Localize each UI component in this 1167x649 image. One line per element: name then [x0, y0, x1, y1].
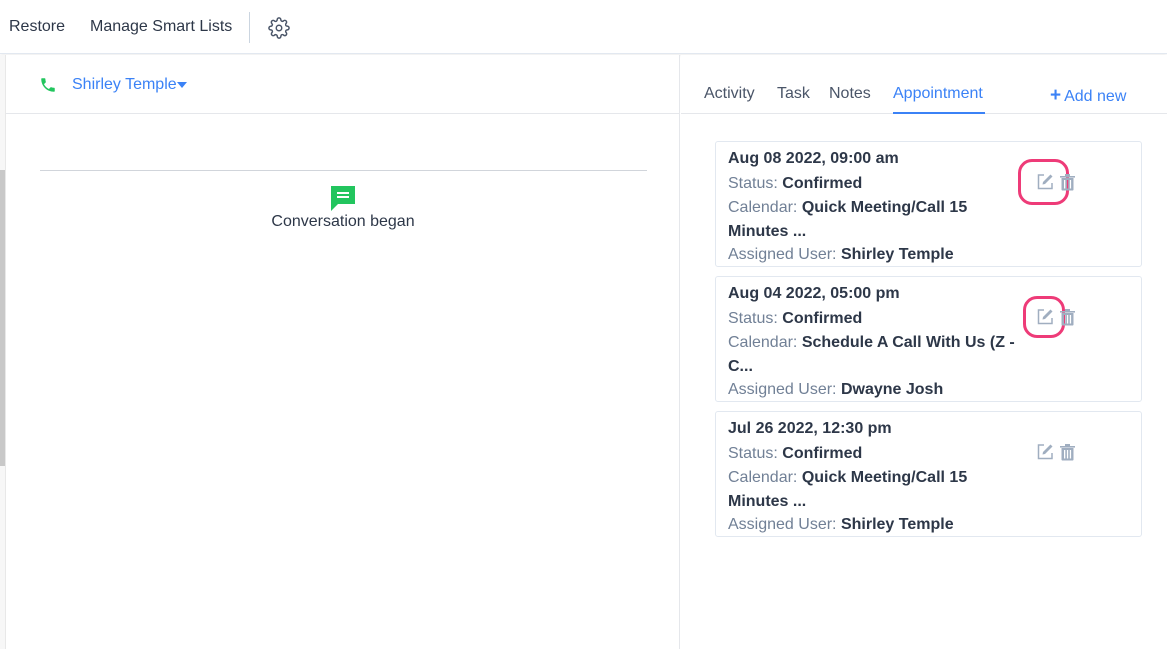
appointment-status: Status: Confirmed	[728, 445, 862, 463]
appointment-card[interactable]: Jul 26 2022, 12:30 pm Status: Confirmed …	[715, 411, 1142, 537]
active-tab-indicator	[893, 112, 985, 114]
appointment-card[interactable]: Aug 08 2022, 09:00 am Status: Confirmed …	[715, 141, 1142, 267]
appointment-calendar: Calendar: Schedule A Call With Us (Z -	[728, 334, 1015, 352]
appointment-datetime: Jul 26 2022, 12:30 pm	[728, 420, 892, 437]
appointment-calendar: Calendar: Quick Meeting/Call 15	[728, 469, 967, 487]
trash-icon[interactable]	[1059, 443, 1076, 461]
add-new-button[interactable]: + Add new	[1050, 85, 1126, 107]
restore-button[interactable]: Restore	[9, 18, 65, 36]
appointment-assigned-user: Assigned User: Shirley Temple	[728, 516, 954, 534]
edit-icon[interactable]	[1036, 308, 1054, 326]
assigned-user-value: Shirley Temple	[840, 246, 954, 263]
contact-name-dropdown[interactable]: Shirley Temple	[72, 76, 177, 94]
tab-bar: Activity Task Notes Appointment + Add new	[681, 55, 1167, 114]
appointment-datetime: Aug 04 2022, 05:00 pm	[728, 285, 900, 302]
assigned-user-label: Assigned User:	[728, 516, 837, 533]
assigned-user-label: Assigned User:	[728, 381, 837, 398]
calendar-value: Quick Meeting/Call 15	[801, 469, 968, 486]
appointment-status: Status: Confirmed	[728, 310, 862, 328]
status-label: Status:	[728, 445, 778, 462]
status-value: Confirmed	[782, 175, 863, 192]
status-label: Status:	[728, 310, 778, 327]
plus-icon: +	[1050, 85, 1062, 106]
status-value: Confirmed	[782, 445, 863, 462]
assigned-user-label: Assigned User:	[728, 246, 837, 263]
calendar-value: Quick Meeting/Call 15	[801, 199, 968, 216]
manage-smart-lists-button[interactable]: Manage Smart Lists	[90, 18, 232, 36]
chat-icon	[331, 186, 355, 211]
calendar-label: Calendar:	[728, 469, 798, 486]
appointment-datetime: Aug 08 2022, 09:00 am	[728, 150, 899, 167]
calendar-value-continued: Minutes ...	[728, 493, 807, 510]
appointment-assigned-user: Assigned User: Dwayne Josh	[728, 381, 943, 399]
calendar-value-continued: C...	[728, 358, 753, 375]
calendar-label: Calendar:	[728, 334, 798, 351]
assigned-user-value: Shirley Temple	[840, 516, 954, 533]
add-new-label: Add new	[1064, 88, 1127, 105]
appointment-status: Status: Confirmed	[728, 175, 862, 193]
gear-icon[interactable]	[268, 17, 290, 39]
conversation-divider	[40, 170, 647, 171]
status-value: Confirmed	[782, 310, 863, 327]
edit-icon[interactable]	[1036, 443, 1054, 461]
details-panel: Activity Task Notes Appointment + Add new…	[681, 55, 1167, 649]
tab-appointment[interactable]: Appointment	[893, 85, 983, 103]
calendar-value: Schedule A Call With Us (Z -	[801, 334, 1015, 351]
top-toolbar: Restore Manage Smart Lists	[0, 0, 1167, 54]
toolbar-divider	[249, 12, 250, 43]
scrollbar[interactable]	[0, 170, 5, 466]
phone-icon[interactable]	[39, 76, 57, 94]
tab-activity[interactable]: Activity	[704, 85, 755, 103]
calendar-value-continued: Minutes ...	[728, 223, 807, 240]
caret-down-icon[interactable]	[177, 82, 187, 88]
edit-icon[interactable]	[1036, 173, 1054, 191]
trash-icon[interactable]	[1059, 308, 1076, 326]
calendar-label: Calendar:	[728, 199, 798, 216]
tab-task[interactable]: Task	[777, 85, 810, 103]
tab-notes[interactable]: Notes	[829, 85, 871, 103]
contact-header: Shirley Temple	[6, 55, 680, 114]
assigned-user-value: Dwayne Josh	[840, 381, 944, 398]
trash-icon[interactable]	[1059, 173, 1076, 191]
appointment-calendar: Calendar: Quick Meeting/Call 15	[728, 199, 967, 217]
conversation-began-text: Conversation began	[271, 213, 415, 230]
conversation-panel: Shirley Temple Conversation began	[6, 55, 680, 649]
appointment-assigned-user: Assigned User: Shirley Temple	[728, 246, 954, 264]
status-label: Status:	[728, 175, 778, 192]
appointment-card[interactable]: Aug 04 2022, 05:00 pm Status: Confirmed …	[715, 276, 1142, 402]
